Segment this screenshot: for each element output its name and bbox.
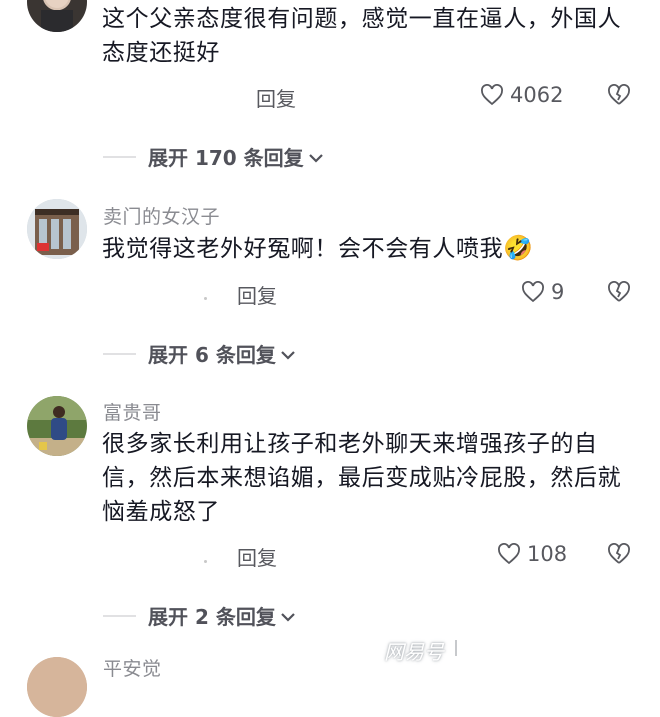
reply-button[interactable]: 回复 (237, 280, 277, 309)
username[interactable]: 富贵哥 (103, 398, 162, 425)
like-button[interactable]: 4062 (480, 83, 563, 107)
avatar-image (27, 199, 87, 259)
heart-icon (480, 84, 504, 106)
expand-replies-button[interactable]: 展开 170 条回复 (103, 142, 324, 171)
comment-text: 很多家长利用让孩子和老外聊天来增强孩子的自信，然后本来想谄媚，最后变成贴冷屁股，… (102, 431, 622, 525)
broken-heart-icon (607, 543, 631, 569)
expand-replies-label: 展开 170 条回复 (148, 146, 304, 170)
avatar[interactable] (27, 657, 87, 717)
avatar-image (41, 0, 73, 32)
comment-text: 我觉得这老外好冤啊！会不会有人喷我🤣 (102, 231, 632, 266)
avatar[interactable] (27, 396, 87, 456)
dislike-button[interactable] (607, 281, 631, 307)
watermark-bar (455, 640, 457, 656)
like-count: 108 (527, 542, 568, 566)
reply-button[interactable]: 回复 (256, 83, 296, 112)
dot-mark (204, 560, 207, 563)
expand-replies-button[interactable]: 展开 6 条回复 (103, 339, 296, 368)
divider-line (103, 614, 136, 617)
like-button[interactable]: 108 (497, 542, 567, 566)
emoji: 🤣 (503, 234, 534, 262)
divider-line (103, 352, 136, 355)
chevron-down-icon (308, 145, 324, 169)
watermark: 网易号 (384, 640, 444, 664)
expand-replies-label: 展开 6 条回复 (148, 343, 276, 367)
like-button[interactable]: 9 (521, 280, 564, 304)
broken-heart-icon (607, 281, 631, 307)
dislike-button[interactable] (607, 543, 631, 569)
like-count: 4062 (510, 83, 564, 107)
comment-text: 这个父亲态度很有问题，感觉一直在逼人，外国人态度还挺好 (102, 6, 622, 66)
chevron-down-icon (280, 342, 296, 366)
broken-heart-icon (607, 84, 631, 110)
heart-icon (521, 281, 545, 303)
avatar-image (27, 657, 87, 717)
username[interactable]: 卖门的女汉子 (103, 202, 220, 229)
reply-button[interactable]: 回复 (237, 542, 277, 571)
dot-mark (204, 297, 207, 300)
expand-replies-label: 展开 2 条回复 (148, 605, 276, 629)
avatar[interactable] (27, 199, 87, 259)
like-count: 9 (551, 280, 565, 304)
chevron-down-icon (280, 604, 296, 628)
avatar-image (27, 396, 87, 456)
avatar[interactable] (27, 0, 87, 32)
dislike-button[interactable] (607, 84, 631, 110)
comment-text-body: 我觉得这老外好冤啊！会不会有人喷我 (102, 236, 504, 262)
divider-line (103, 155, 136, 158)
heart-icon (497, 543, 521, 565)
expand-replies-button[interactable]: 展开 2 条回复 (103, 601, 296, 630)
